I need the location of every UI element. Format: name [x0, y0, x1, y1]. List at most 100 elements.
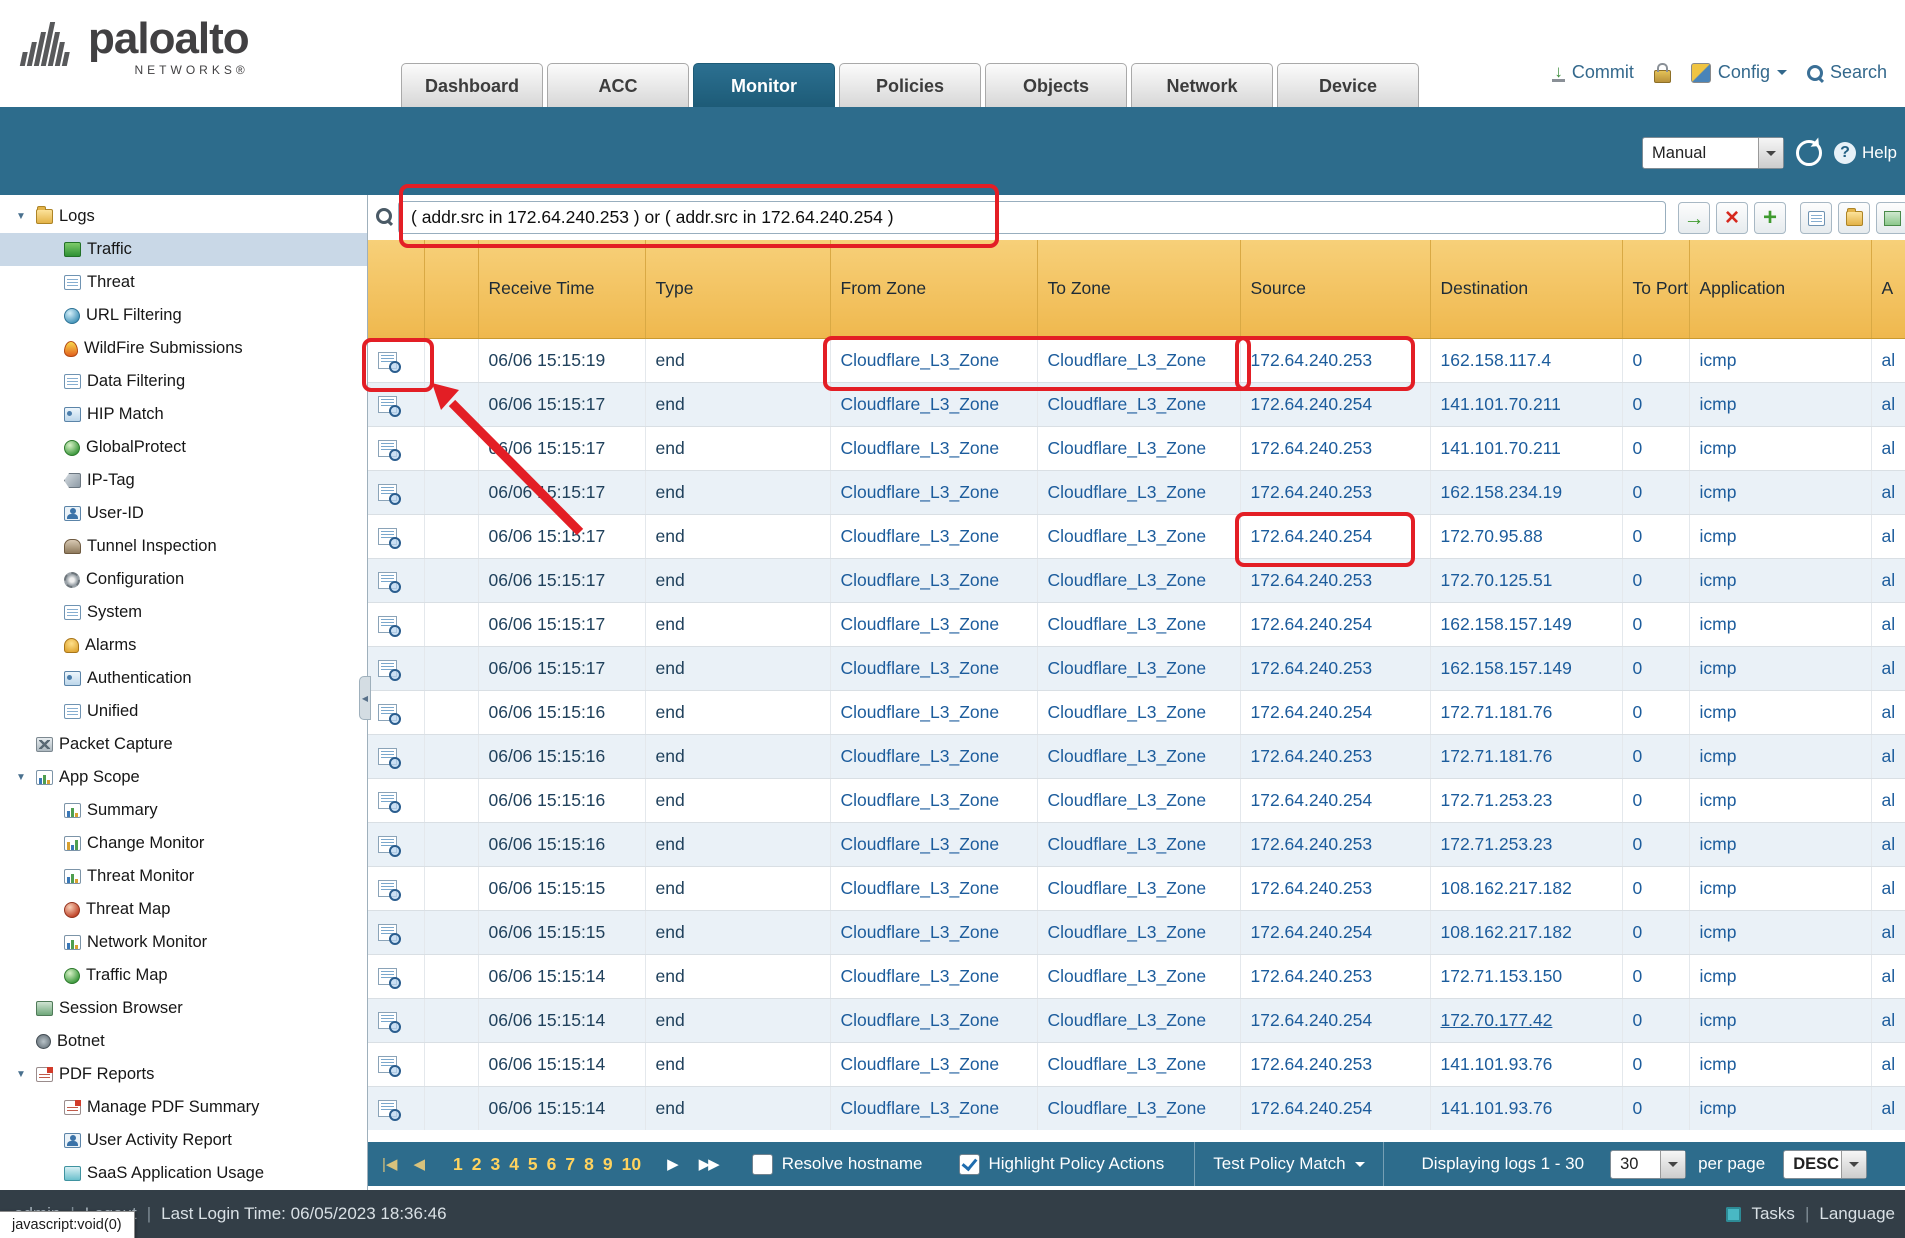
log-detail-icon[interactable]: [378, 396, 397, 413]
application-link[interactable]: icmp: [1700, 790, 1737, 810]
sidebar-item-unified[interactable]: Unified: [0, 695, 367, 728]
application-link[interactable]: icmp: [1700, 1054, 1737, 1074]
sidebar-item-packet-capture[interactable]: Packet Capture: [0, 728, 367, 761]
to-port-link[interactable]: 0: [1633, 834, 1643, 854]
refresh-icon[interactable]: [1796, 140, 1822, 166]
page-number-1[interactable]: 1: [453, 1154, 463, 1175]
from-zone-link[interactable]: Cloudflare_L3_Zone: [841, 570, 1000, 590]
help-button[interactable]: ? Help: [1834, 142, 1897, 164]
application-link[interactable]: icmp: [1700, 878, 1737, 898]
source-link[interactable]: 172.64.240.253: [1251, 746, 1373, 766]
sidebar-item-threat-monitor[interactable]: Threat Monitor: [0, 860, 367, 893]
to-port-link[interactable]: 0: [1633, 570, 1643, 590]
from-zone-link[interactable]: Cloudflare_L3_Zone: [841, 1098, 1000, 1118]
source-link[interactable]: 172.64.240.253: [1251, 438, 1373, 458]
commit-button[interactable]: ↓ Commit: [1552, 62, 1634, 83]
from-zone-link[interactable]: Cloudflare_L3_Zone: [841, 1054, 1000, 1074]
destination-link[interactable]: 162.158.157.149: [1441, 614, 1572, 634]
action-link[interactable]: al: [1882, 922, 1896, 942]
to-zone-link[interactable]: Cloudflare_L3_Zone: [1048, 658, 1207, 678]
highlight-policy-actions-checkbox[interactable]: [959, 1154, 980, 1175]
application-link[interactable]: icmp: [1700, 570, 1737, 590]
tab-dashboard[interactable]: Dashboard: [401, 63, 543, 107]
tasks-link[interactable]: Tasks: [1751, 1204, 1794, 1224]
column-header-to-port[interactable]: To Port: [1622, 240, 1689, 338]
sort-order-select[interactable]: DESC: [1783, 1150, 1867, 1179]
from-zone-link[interactable]: Cloudflare_L3_Zone: [841, 394, 1000, 414]
source-link[interactable]: 172.64.240.253: [1251, 966, 1373, 986]
source-link[interactable]: 172.64.240.253: [1251, 834, 1373, 854]
log-detail-icon[interactable]: [378, 748, 397, 765]
action-link[interactable]: al: [1882, 834, 1896, 854]
from-zone-link[interactable]: Cloudflare_L3_Zone: [841, 790, 1000, 810]
action-link[interactable]: al: [1882, 658, 1896, 678]
action-link[interactable]: al: [1882, 350, 1896, 370]
from-zone-link[interactable]: Cloudflare_L3_Zone: [841, 922, 1000, 942]
to-port-link[interactable]: 0: [1633, 790, 1643, 810]
to-port-link[interactable]: 0: [1633, 350, 1643, 370]
application-link[interactable]: icmp: [1700, 834, 1737, 854]
sidebar-item-logs[interactable]: ▼Logs: [0, 200, 367, 233]
destination-link[interactable]: 141.101.93.76: [1441, 1054, 1553, 1074]
application-link[interactable]: icmp: [1700, 438, 1737, 458]
to-port-link[interactable]: 0: [1633, 1098, 1643, 1118]
application-link[interactable]: icmp: [1700, 526, 1737, 546]
to-port-link[interactable]: 0: [1633, 1010, 1643, 1030]
to-zone-link[interactable]: Cloudflare_L3_Zone: [1048, 746, 1207, 766]
to-zone-link[interactable]: Cloudflare_L3_Zone: [1048, 394, 1207, 414]
to-port-link[interactable]: 0: [1633, 878, 1643, 898]
log-detail-icon[interactable]: [378, 1100, 397, 1117]
sidebar-item-user-activity-report[interactable]: User Activity Report: [0, 1124, 367, 1157]
log-detail-icon[interactable]: [378, 440, 397, 457]
page-number-2[interactable]: 2: [472, 1154, 482, 1175]
source-link[interactable]: 172.64.240.254: [1251, 1098, 1373, 1118]
destination-link[interactable]: 141.101.70.211: [1441, 394, 1561, 414]
destination-link[interactable]: 172.71.253.23: [1441, 790, 1553, 810]
page-number-6[interactable]: 6: [547, 1154, 557, 1175]
sidebar-item-traffic-map[interactable]: Traffic Map: [0, 959, 367, 992]
sidebar-item-authentication[interactable]: Authentication: [0, 662, 367, 695]
sidebar-item-url-filtering[interactable]: URL Filtering: [0, 299, 367, 332]
page-number-8[interactable]: 8: [584, 1154, 594, 1175]
test-policy-match-button[interactable]: Test Policy Match: [1194, 1142, 1383, 1186]
destination-link[interactable]: 172.70.125.51: [1441, 570, 1553, 590]
to-zone-link[interactable]: Cloudflare_L3_Zone: [1048, 1054, 1207, 1074]
destination-link[interactable]: 172.70.95.88: [1441, 526, 1543, 546]
action-link[interactable]: al: [1882, 438, 1896, 458]
destination-link[interactable]: 162.158.117.4: [1441, 350, 1552, 370]
source-link[interactable]: 172.64.240.253: [1251, 878, 1373, 898]
action-link[interactable]: al: [1882, 526, 1896, 546]
page-number-10[interactable]: 10: [622, 1154, 641, 1175]
to-zone-link[interactable]: Cloudflare_L3_Zone: [1048, 614, 1207, 634]
source-link[interactable]: 172.64.240.253: [1251, 350, 1373, 370]
tab-network[interactable]: Network: [1131, 63, 1273, 107]
config-menu-button[interactable]: Config: [1691, 62, 1787, 83]
sidebar-item-change-monitor[interactable]: Change Monitor: [0, 827, 367, 860]
search-button[interactable]: Search: [1807, 62, 1887, 83]
page-number-9[interactable]: 9: [603, 1154, 613, 1175]
to-port-link[interactable]: 0: [1633, 746, 1643, 766]
to-zone-link[interactable]: Cloudflare_L3_Zone: [1048, 438, 1207, 458]
resolve-hostname-checkbox[interactable]: [752, 1154, 773, 1175]
sidebar-item-network-monitor[interactable]: Network Monitor: [0, 926, 367, 959]
to-zone-link[interactable]: Cloudflare_L3_Zone: [1048, 482, 1207, 502]
log-detail-icon[interactable]: [378, 484, 397, 501]
action-link[interactable]: al: [1882, 790, 1896, 810]
log-filter-input[interactable]: [398, 201, 1666, 234]
destination-link[interactable]: 141.101.93.76: [1441, 1098, 1553, 1118]
column-header-receive-time[interactable]: Receive Time: [478, 240, 645, 338]
expand-caret-icon[interactable]: ▼: [12, 772, 30, 783]
to-port-link[interactable]: 0: [1633, 614, 1643, 634]
sidebar-item-hip-match[interactable]: HIP Match: [0, 398, 367, 431]
select-dropdown-button[interactable]: [1660, 1151, 1685, 1178]
expand-caret-icon[interactable]: ▼: [12, 1069, 30, 1080]
log-detail-icon[interactable]: [378, 660, 397, 677]
application-link[interactable]: icmp: [1700, 394, 1737, 414]
log-detail-icon[interactable]: [378, 572, 397, 589]
to-port-link[interactable]: 0: [1633, 922, 1643, 942]
application-link[interactable]: icmp: [1700, 1010, 1737, 1030]
from-zone-link[interactable]: Cloudflare_L3_Zone: [841, 1010, 1000, 1030]
source-link[interactable]: 172.64.240.253: [1251, 1054, 1373, 1074]
sidebar-item-threat-map[interactable]: Threat Map: [0, 893, 367, 926]
log-detail-icon[interactable]: [378, 792, 397, 809]
